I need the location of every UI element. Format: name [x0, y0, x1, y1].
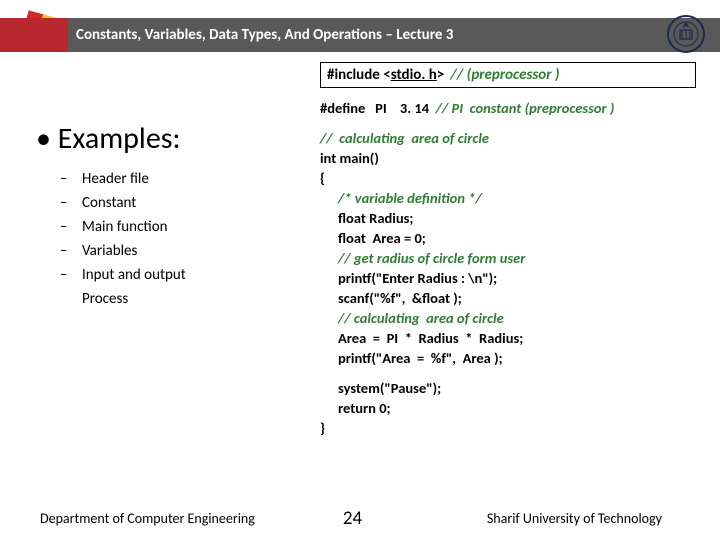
list-item: Constant	[82, 191, 306, 215]
code-line: system("Pause");	[320, 378, 712, 398]
list-item: Input and output	[82, 263, 306, 287]
code-line: #define PI 3. 14 // PI constant (preproc…	[320, 98, 712, 118]
include-directive-box: #include <stdio. h> // (preprocessor )	[320, 62, 696, 88]
examples-list: Header file Constant Main function Varia…	[36, 167, 306, 311]
code-line: int main()	[320, 148, 712, 168]
header-title-bar: Constants, Variables, Data Types, And Op…	[68, 18, 720, 52]
code-line: }	[320, 418, 712, 438]
include-text-2: >	[437, 66, 444, 84]
code-line: // get radius of circle form user	[320, 248, 712, 268]
footer: Department of Computer Engineering 24 Sh…	[0, 507, 720, 530]
code-line: {	[320, 168, 712, 188]
code-line: printf("Enter Radius : \n");	[320, 268, 712, 288]
code-line: printf("Area = %f", Area );	[320, 348, 712, 368]
code-line: /* variable definition */	[320, 188, 712, 208]
footer-page-number: 24	[343, 507, 362, 530]
list-item: Process	[82, 287, 306, 311]
footer-university: Sharif University of Technology	[362, 510, 696, 527]
code-line: return 0;	[320, 398, 712, 418]
include-comment: // (preprocessor )	[450, 66, 559, 84]
include-text-underlined: stdio. h	[391, 66, 437, 84]
header-accent	[0, 18, 68, 52]
code-line: float Radius;	[320, 208, 712, 228]
include-text-1: #include <	[327, 66, 391, 84]
examples-heading: Examples:	[36, 120, 306, 157]
code-line: // calculating area of circle	[320, 308, 712, 328]
code-block: #define PI 3. 14 // PI constant (preproc…	[320, 98, 712, 438]
code-line: float Area = 0;	[320, 228, 712, 248]
header-bar: Constants, Variables, Data Types, And Op…	[0, 18, 720, 52]
code-line: // calculating area of circle	[320, 128, 712, 148]
list-item: Header file	[82, 167, 306, 191]
examples-section: Examples: Header file Constant Main func…	[36, 120, 306, 311]
logo-university	[666, 14, 706, 54]
footer-department: Department of Computer Engineering	[40, 510, 255, 527]
header-title: Constants, Variables, Data Types, And Op…	[76, 26, 453, 44]
list-item: Main function	[82, 215, 306, 239]
code-line: scanf("%f", &float );	[320, 288, 712, 308]
code-line: Area = PI * Radius * Radius;	[320, 328, 712, 348]
list-item: Variables	[82, 239, 306, 263]
